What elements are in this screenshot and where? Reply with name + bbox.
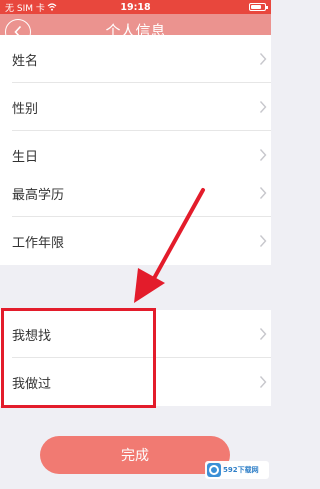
- watermark-text: 592下载网: [223, 466, 259, 474]
- annotation-arrow: [134, 188, 205, 303]
- done-button[interactable]: 完成: [40, 436, 230, 474]
- watermark-icon: [207, 463, 221, 477]
- watermark-logo: 592下载网: [205, 461, 269, 479]
